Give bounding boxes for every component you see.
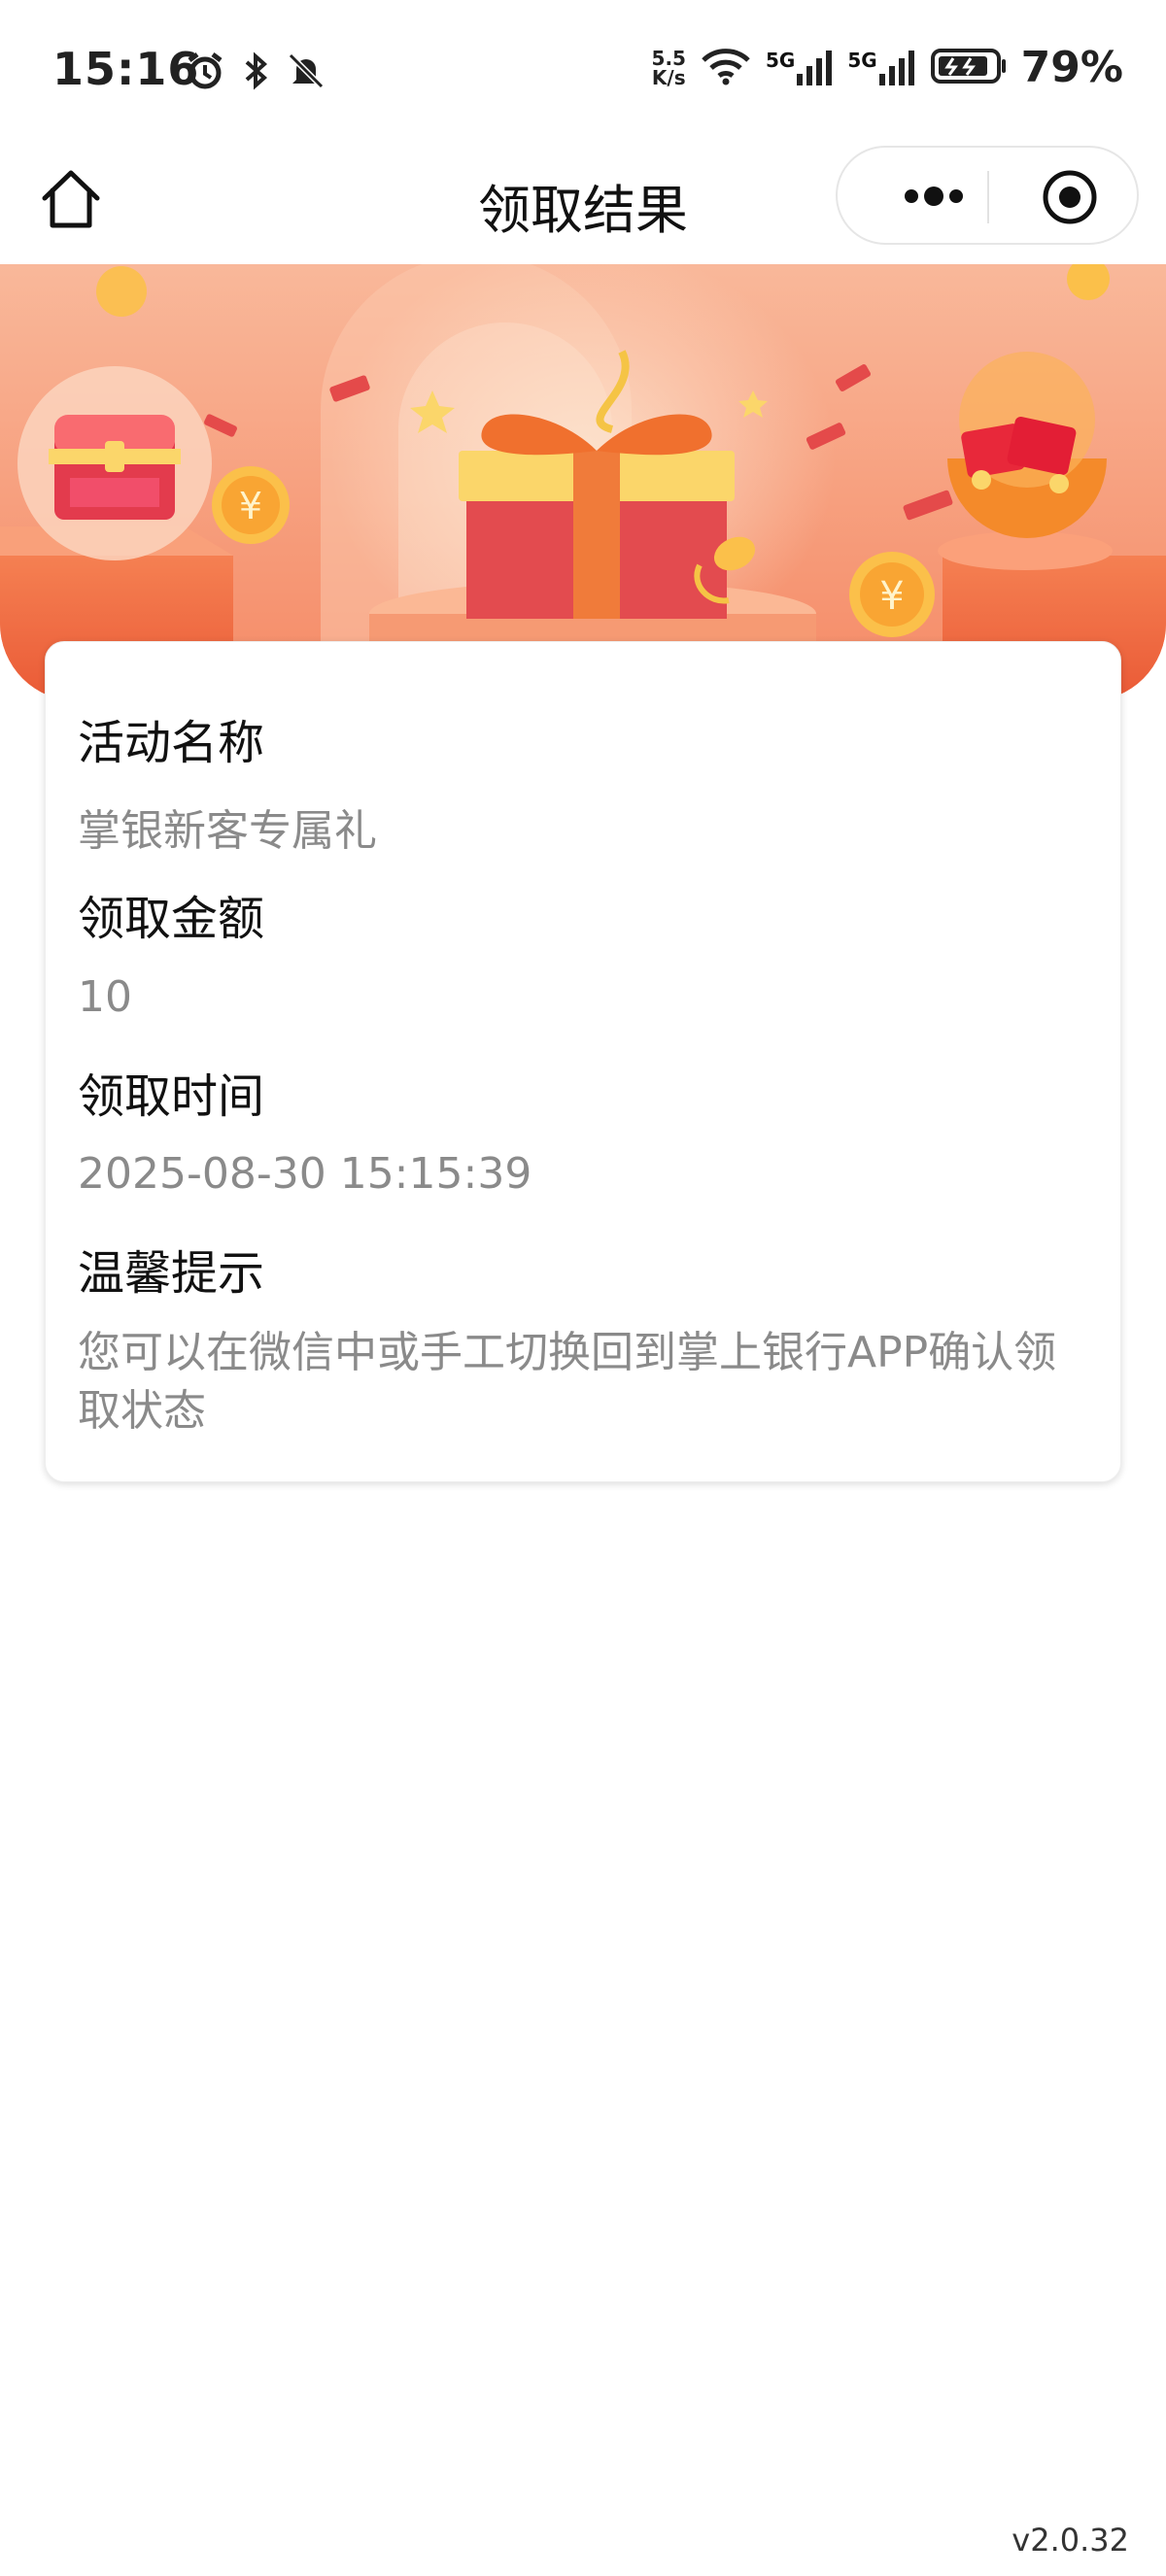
mini-program-capsule bbox=[836, 146, 1139, 245]
amount-label: 领取金额 bbox=[78, 892, 265, 946]
net-speed-unit: K/s bbox=[651, 65, 686, 89]
battery-percent: 79% bbox=[1020, 43, 1123, 92]
banner-illustration: ¥ ¥ bbox=[0, 264, 1166, 701]
amount-value: 10 bbox=[78, 972, 132, 1022]
net-speed-value: 5.5 bbox=[651, 46, 686, 70]
activity-label: 活动名称 bbox=[78, 716, 265, 770]
signal-icon-2: 5G bbox=[847, 49, 915, 87]
wifi-icon bbox=[700, 47, 752, 89]
svg-text:¥: ¥ bbox=[239, 485, 262, 527]
net-speed: 5.5 K/s bbox=[652, 49, 686, 87]
svg-text:¥: ¥ bbox=[879, 574, 904, 619]
signal-label-2: 5G bbox=[847, 48, 877, 72]
status-bar: 15:16 5.5 K/s 5G 5G 79% bbox=[0, 0, 1166, 146]
result-card: 活动名称 掌银新客专属礼 领取金额 10 领取时间 2025-08-30 15:… bbox=[45, 641, 1121, 1482]
mute-icon bbox=[286, 51, 326, 95]
more-icon bbox=[905, 186, 963, 206]
tip-value: 您可以在微信中或手工切换回到掌上银行APP确认领取状态 bbox=[78, 1328, 1057, 1436]
time-label: 领取时间 bbox=[78, 1069, 265, 1124]
activity-value: 掌银新客专属礼 bbox=[78, 806, 377, 856]
time-value: 2025-08-30 15:15:39 bbox=[78, 1149, 532, 1199]
tip-label: 温馨提示 bbox=[78, 1246, 265, 1301]
signal-icon: 5G bbox=[766, 49, 834, 87]
status-time: 15:16 bbox=[52, 43, 200, 95]
nav-bar: 领取结果 bbox=[0, 146, 1166, 264]
status-left-icons bbox=[185, 51, 326, 95]
status-right-icons: 5.5 K/s 5G 5G 79% bbox=[652, 43, 1123, 92]
alarm-icon bbox=[185, 51, 225, 95]
target-icon bbox=[1043, 170, 1097, 224]
close-mini-program-button[interactable] bbox=[1042, 169, 1098, 225]
capsule-divider bbox=[987, 171, 989, 223]
version-label: v2.0.32 bbox=[1012, 2522, 1129, 2559]
more-button[interactable] bbox=[880, 148, 987, 245]
signal-label-1: 5G bbox=[765, 48, 796, 72]
battery-icon bbox=[930, 47, 1008, 89]
bluetooth-icon bbox=[241, 51, 270, 95]
reward-banner: ¥ ¥ bbox=[0, 264, 1166, 701]
